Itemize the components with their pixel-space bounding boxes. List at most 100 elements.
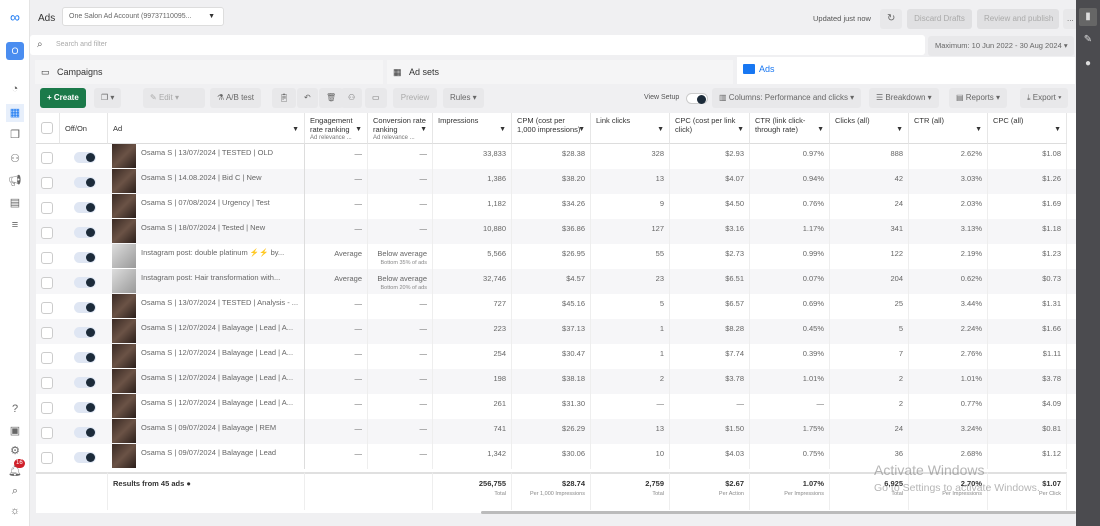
rules-button[interactable]: Rules ▾ [443, 88, 484, 108]
tags-button[interactable]: ⚇ [341, 88, 363, 108]
ad-toggle[interactable] [74, 202, 96, 213]
row-checkbox[interactable] [41, 352, 53, 364]
ad-toggle[interactable] [74, 452, 96, 463]
chart-icon[interactable]: ▮ [1079, 8, 1097, 26]
ad-name[interactable]: Osama S | 12/07/2024 | Balayage | Lead |… [136, 319, 305, 344]
row-checkbox[interactable] [41, 327, 53, 339]
cell-engagement: — [305, 394, 368, 419]
ad-name[interactable]: Osama S | 14.08.2024 | Bid C | New [136, 169, 305, 194]
date-range-picker[interactable]: Maximum: 10 Jun 2022 - 30 Aug 2024 ▾ [928, 36, 1074, 56]
clock-icon[interactable]: ● [1079, 55, 1097, 73]
search-icon[interactable]: ⌕ [6, 482, 24, 500]
ad-toggle[interactable] [74, 177, 96, 188]
dashboard-icon[interactable]: ◔ [6, 80, 24, 98]
ad-name[interactable]: Osama S | 12/07/2024 | Balayage | Lead |… [136, 394, 305, 419]
billing-icon[interactable]: ▤ [6, 194, 24, 212]
pages-icon[interactable]: ❐ [6, 126, 24, 144]
reports-button[interactable]: ▤ Reports ▾ [949, 88, 1008, 108]
delete-button[interactable]: 🗑︎ [319, 88, 344, 108]
ad-name[interactable]: Osama S | 07/08/2024 | Urgency | Test [136, 194, 305, 219]
row-checkbox[interactable] [41, 252, 53, 264]
column-header-cpm[interactable]: CPM (cost per 1,000 impressions) ▼ [512, 113, 591, 144]
ad-name[interactable]: Osama S | 09/07/2024 | Balayage | REM [136, 419, 305, 444]
ad-name[interactable]: Osama S | 09/07/2024 | Balayage | Lead [136, 444, 305, 469]
ad-name[interactable]: Instagram post: double platinum ⚡⚡ by... [136, 244, 305, 269]
avatar[interactable]: O [6, 42, 24, 60]
row-checkbox[interactable] [41, 302, 53, 314]
settings-icon[interactable]: ⚙ [6, 442, 24, 460]
breakdown-button[interactable]: ☰ Breakdown ▾ [869, 88, 939, 108]
column-header-ad[interactable]: Ad ▼ [108, 113, 305, 144]
help-icon[interactable]: ? [6, 400, 24, 418]
ad-name[interactable]: Osama S | 18/07/2024 | Tested | New [136, 219, 305, 244]
tab-ad-sets[interactable]: ▦ Ad sets [387, 60, 733, 84]
cell-conversion: — [368, 194, 433, 219]
row-checkbox[interactable] [41, 377, 53, 389]
export-button[interactable]: ⤓ Export ▾ [1020, 88, 1069, 108]
column-header-ctr[interactable]: CTR (link click-through rate) ▼ [750, 113, 830, 144]
row-checkbox[interactable] [41, 227, 53, 239]
pencil-icon[interactable]: ✎ [1079, 31, 1097, 49]
edit-button[interactable]: ✎ Edit ▾ [143, 88, 205, 108]
column-header-cpc[interactable]: CPC (cost per link click) ▼ [670, 113, 750, 144]
ad-toggle[interactable] [74, 352, 96, 363]
row-checkbox[interactable] [41, 402, 53, 414]
column-header-conversion[interactable]: Conversion rate ranking Ad relevance ... ▼ [368, 113, 433, 144]
megaphone-icon[interactable]: 📢︎ [6, 172, 24, 190]
tab-campaigns[interactable]: ▭ Campaigns [35, 60, 383, 84]
table-icon[interactable]: ▦ [6, 104, 24, 122]
ad-name[interactable]: Osama S | 12/07/2024 | Balayage | Lead |… [136, 369, 305, 394]
create-button[interactable]: + Create [40, 88, 86, 108]
view-setup-toggle[interactable] [686, 93, 708, 104]
ad-toggle[interactable] [74, 302, 96, 313]
account-selector[interactable]: One Salon Ad Account (99737110095... ▼ [62, 7, 224, 26]
ad-name[interactable]: Instagram post: Hair transformation with… [136, 269, 305, 294]
ad-toggle[interactable] [74, 327, 96, 338]
ad-toggle[interactable] [74, 252, 96, 263]
meta-logo-icon[interactable]: ∞ [6, 8, 24, 26]
column-header-engagement[interactable]: Engagement rate ranking Ad relevance ... ▼ [305, 113, 368, 144]
audience-icon[interactable]: ⚇ [6, 150, 24, 168]
column-header-ctr-all[interactable]: CTR (all) ▼ [909, 113, 988, 144]
row-checkbox[interactable] [41, 177, 53, 189]
tab-ads[interactable]: Ads [737, 57, 1075, 84]
row-checkbox[interactable] [41, 277, 53, 289]
bell-icon[interactable]: 🔔︎ 16 [6, 459, 25, 480]
horizontal-scrollbar[interactable] [481, 511, 1076, 514]
undo-button[interactable]: ↶ [297, 88, 318, 108]
column-header-off-on[interactable]: Off/On [60, 113, 108, 144]
review-publish-button[interactable]: Review and publish [977, 9, 1059, 29]
preview-button[interactable]: Preview [393, 88, 437, 108]
duplicate-button[interactable]: ❐ ▾ [94, 88, 122, 108]
ad-name[interactable]: Osama S | 13/07/2024 | TESTED | OLD [136, 144, 305, 169]
ad-toggle[interactable] [74, 402, 96, 413]
column-header-impressions[interactable]: Impressions ▼ [433, 113, 512, 144]
discard-drafts-button[interactable]: Discard Drafts [907, 9, 972, 29]
search-filter-bar[interactable]: ⌕ Search and filter [30, 35, 925, 55]
bug-icon[interactable]: ☼ [6, 502, 24, 520]
columns-button[interactable]: ▥ Columns: Performance and clicks ▾ [712, 88, 862, 108]
menu-icon[interactable]: ≡ [6, 216, 24, 234]
ad-toggle[interactable] [74, 277, 96, 288]
select-all-checkbox[interactable] [41, 122, 53, 134]
row-checkbox[interactable] [41, 452, 53, 464]
ad-toggle[interactable] [74, 227, 96, 238]
column-header-link-clicks[interactable]: Link clicks ▼ [591, 113, 670, 144]
totals-spacer [36, 472, 108, 510]
ad-toggle[interactable] [74, 427, 96, 438]
comment-button[interactable]: ▭ [365, 88, 387, 108]
search-input[interactable]: Search and filter [56, 41, 107, 48]
row-checkbox[interactable] [41, 152, 53, 164]
column-header-clicks-all[interactable]: Clicks (all) ▼ [830, 113, 909, 144]
row-checkbox[interactable] [41, 202, 53, 214]
column-header-cpc-all[interactable]: CPC (all) ▼ [988, 113, 1067, 144]
account-icon[interactable]: ▣ [6, 422, 24, 440]
ad-toggle[interactable] [74, 152, 96, 163]
ab-test-button[interactable]: ⚗ A/B test [210, 88, 261, 108]
ad-name[interactable]: Osama S | 13/07/2024 | TESTED | Analysis… [136, 294, 305, 319]
row-checkbox[interactable] [41, 427, 53, 439]
clipboard-button[interactable]: 📋︎ [272, 88, 297, 108]
ad-toggle[interactable] [74, 377, 96, 388]
ad-name[interactable]: Osama S | 12/07/2024 | Balayage | Lead |… [136, 344, 305, 369]
refresh-button[interactable]: ↻ [880, 9, 903, 29]
